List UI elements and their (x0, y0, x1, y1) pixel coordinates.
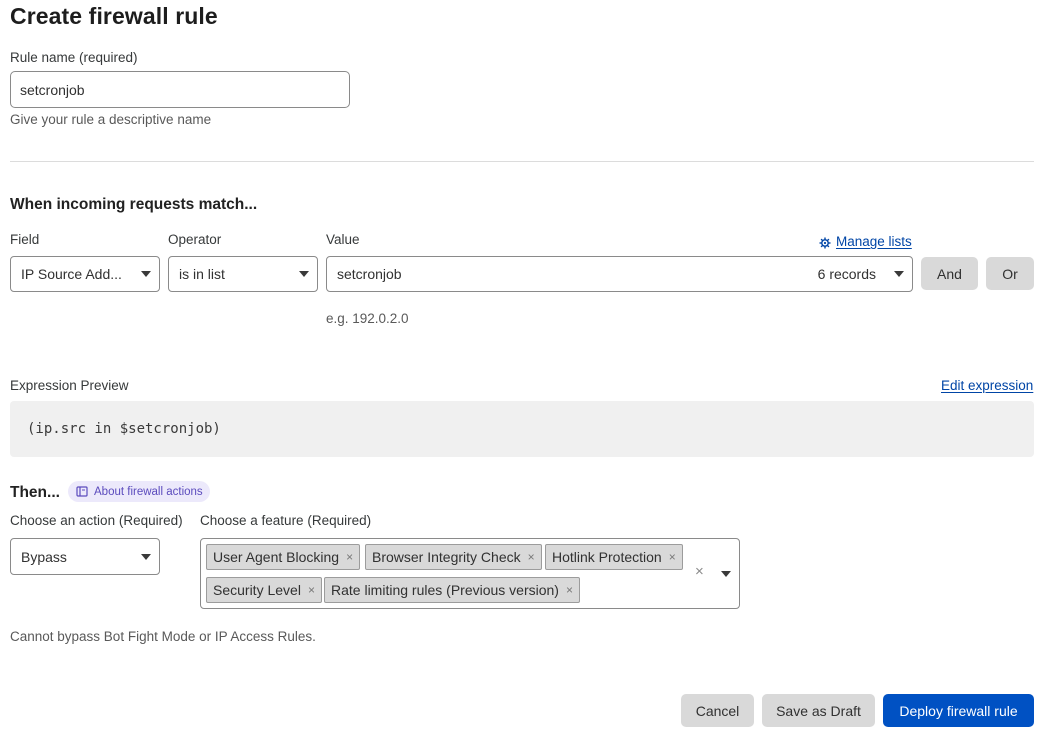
manage-lists-link[interactable]: Manage lists (819, 234, 912, 249)
feature-tag[interactable]: Rate limiting rules (Previous version) × (324, 577, 580, 603)
and-button[interactable]: And (921, 257, 978, 290)
close-icon[interactable]: × (566, 583, 573, 597)
rule-name-value: setcronjob (20, 81, 85, 98)
field-select-value: IP Source Add... (21, 266, 122, 282)
chevron-down-icon (141, 271, 151, 277)
field-select[interactable]: IP Source Add... (10, 256, 160, 292)
expression-preview-label: Expression Preview (10, 378, 129, 393)
close-icon[interactable]: × (528, 550, 535, 564)
rule-name-input[interactable]: setcronjob (10, 71, 350, 108)
value-label: Value (326, 232, 360, 247)
action-select-value: Bypass (21, 548, 67, 565)
feature-tag-label: Rate limiting rules (Previous version) (331, 582, 559, 598)
feature-tag[interactable]: Browser Integrity Check × (365, 544, 542, 570)
match-heading: When incoming requests match... (10, 196, 258, 213)
value-hint: e.g. 192.0.2.0 (326, 311, 409, 326)
value-select[interactable]: setcronjob 6 records (326, 256, 913, 292)
close-icon[interactable]: × (346, 550, 353, 564)
feature-label: Choose a feature (Required) (200, 513, 372, 528)
book-icon (76, 486, 88, 497)
feature-tag-label: Browser Integrity Check (372, 549, 521, 565)
chevron-down-icon (299, 271, 309, 277)
or-button[interactable]: Or (986, 257, 1034, 290)
close-icon[interactable]: × (669, 550, 676, 564)
manage-lists-label: Manage lists (836, 234, 912, 249)
action-select[interactable]: Bypass (10, 538, 160, 575)
bypass-note: Cannot bypass Bot Fight Mode or IP Acces… (10, 629, 316, 644)
cancel-button[interactable]: Cancel (681, 694, 754, 727)
value-select-value: setcronjob (337, 266, 402, 282)
chevron-down-icon (141, 553, 151, 560)
chevron-down-icon (894, 271, 904, 277)
expression-preview-box: (ip.src in $setcronjob) (10, 401, 1034, 457)
feature-tag-label: User Agent Blocking (213, 549, 340, 565)
clear-all-icon[interactable]: × (695, 563, 704, 580)
operator-select[interactable]: is in list (168, 256, 318, 292)
close-icon[interactable]: × (308, 583, 315, 597)
feature-multiselect[interactable]: User Agent Blocking × Browser Integrity C… (200, 538, 740, 609)
feature-tag[interactable]: Hotlink Protection × (545, 544, 683, 570)
field-label: Field (10, 232, 40, 247)
feature-tag[interactable]: Security Level × (206, 577, 322, 603)
gear-icon (819, 236, 831, 248)
records-count: 6 records (817, 266, 876, 282)
page-title: Create firewall rule (10, 3, 218, 29)
operator-label: Operator (168, 232, 222, 247)
edit-expression-link[interactable]: Edit expression (941, 378, 1033, 393)
chevron-down-icon[interactable] (721, 570, 731, 577)
feature-tag-label: Security Level (213, 582, 301, 598)
expression-code: (ip.src in $setcronjob) (27, 421, 221, 437)
about-firewall-actions-link[interactable]: About firewall actions (68, 481, 210, 502)
rule-name-label: Rule name (required) (10, 50, 138, 65)
deploy-button[interactable]: Deploy firewall rule (883, 694, 1034, 727)
action-label: Choose an action (Required) (10, 513, 183, 528)
operator-select-value: is in list (179, 266, 225, 282)
save-draft-button[interactable]: Save as Draft (762, 694, 875, 727)
section-divider (10, 161, 1034, 162)
rule-name-help: Give your rule a descriptive name (10, 112, 212, 127)
then-heading: Then... (10, 484, 60, 501)
feature-tag[interactable]: User Agent Blocking × (206, 544, 361, 570)
about-firewall-actions-label: About firewall actions (94, 485, 203, 498)
feature-tag-label: Hotlink Protection (552, 549, 662, 565)
